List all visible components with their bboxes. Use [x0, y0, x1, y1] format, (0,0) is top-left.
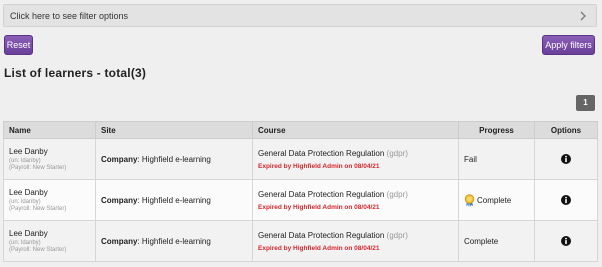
table-row: Lee Danby (un: ldanby) (Payroll: New Sta…	[3, 179, 598, 221]
options-cell	[534, 179, 598, 221]
learner-payroll: (Payroll: New Starter)	[9, 247, 67, 253]
expired-status: Expired by Highfield Admin on 08/04/21	[258, 244, 380, 252]
course-cell: General Data Protection Regulation (gdpr…	[252, 220, 459, 262]
site-value: : Highfield e-learning	[137, 154, 211, 164]
name-cell: Lee Danby (un: ldanby) (Payroll: New Sta…	[3, 220, 96, 262]
options-cell	[534, 138, 598, 180]
column-header-site[interactable]: Site	[95, 121, 253, 139]
course-cell: General Data Protection Regulation (gdpr…	[252, 179, 459, 221]
learners-table: Name Site Course Progress Options Lee Da…	[3, 121, 598, 262]
site-cell: Company: Highfield e-learning	[95, 220, 253, 262]
table-header-row: Name Site Course Progress Options	[3, 121, 598, 139]
table-row: Lee Danby (un: ldanby) (Payroll: New Sta…	[3, 138, 598, 180]
learner-name[interactable]: Lee Danby	[9, 147, 90, 156]
info-icon[interactable]	[561, 236, 571, 246]
site-label: Company	[101, 154, 138, 164]
progress-status: Complete	[464, 236, 499, 246]
filter-toggle-label: Click here to see filter options	[10, 11, 129, 21]
apply-filters-button[interactable]: Apply filters	[542, 35, 595, 55]
course-code: (gdpr)	[386, 148, 408, 158]
learner-username: (un: ldanby)	[9, 199, 41, 205]
site-cell: Company: Highfield e-learning	[95, 179, 253, 221]
progress-cell: Complete	[458, 220, 535, 262]
reset-button[interactable]: Reset	[4, 35, 33, 55]
progress-status: Complete	[477, 195, 512, 205]
column-header-progress[interactable]: Progress	[458, 121, 535, 139]
info-icon[interactable]	[561, 195, 571, 205]
course-cell: General Data Protection Regulation (gdpr…	[252, 138, 459, 180]
course-name: General Data Protection Regulation	[258, 148, 385, 158]
learner-username: (un: ldanby)	[9, 158, 41, 164]
options-cell	[534, 220, 598, 262]
course-name: General Data Protection Regulation	[258, 189, 385, 199]
site-value: : Highfield e-learning	[137, 195, 211, 205]
name-cell: Lee Danby (un: ldanby) (Payroll: New Sta…	[3, 179, 96, 221]
course-code: (gdpr)	[386, 189, 408, 199]
column-header-options: Options	[534, 121, 598, 139]
expired-status: Expired by Highfield Admin on 08/04/21	[258, 162, 380, 170]
learner-username: (un: ldanby)	[9, 240, 41, 246]
filter-toggle-bar[interactable]: Click here to see filter options	[3, 4, 597, 27]
pagination-page-button[interactable]: 1	[576, 95, 595, 111]
table-row: Lee Danby (un: ldanby) (Payroll: New Sta…	[3, 220, 598, 262]
learner-name[interactable]: Lee Danby	[9, 188, 90, 197]
progress-status: Fail	[464, 154, 477, 164]
learner-payroll: (Payroll: New Starter)	[9, 165, 67, 171]
site-value: : Highfield e-learning	[137, 236, 211, 246]
name-cell: Lee Danby (un: ldanby) (Payroll: New Sta…	[3, 138, 96, 180]
page-title: List of learners - total(3)	[4, 66, 147, 80]
expired-status: Expired by Highfield Admin on 08/04/21	[258, 203, 380, 211]
info-icon[interactable]	[561, 154, 571, 164]
learner-name[interactable]: Lee Danby	[9, 229, 90, 238]
site-cell: Company: Highfield e-learning	[95, 138, 253, 180]
medal-icon	[464, 193, 475, 207]
course-name: General Data Protection Regulation	[258, 230, 385, 240]
progress-cell: Complete	[458, 179, 535, 221]
chevron-right-icon	[580, 11, 586, 21]
course-code: (gdpr)	[386, 230, 408, 240]
site-label: Company	[101, 195, 138, 205]
column-header-course[interactable]: Course	[252, 121, 459, 139]
site-label: Company	[101, 236, 138, 246]
learner-payroll: (Payroll: New Starter)	[9, 206, 67, 212]
column-header-name[interactable]: Name	[3, 121, 96, 139]
progress-cell: Fail	[458, 138, 535, 180]
